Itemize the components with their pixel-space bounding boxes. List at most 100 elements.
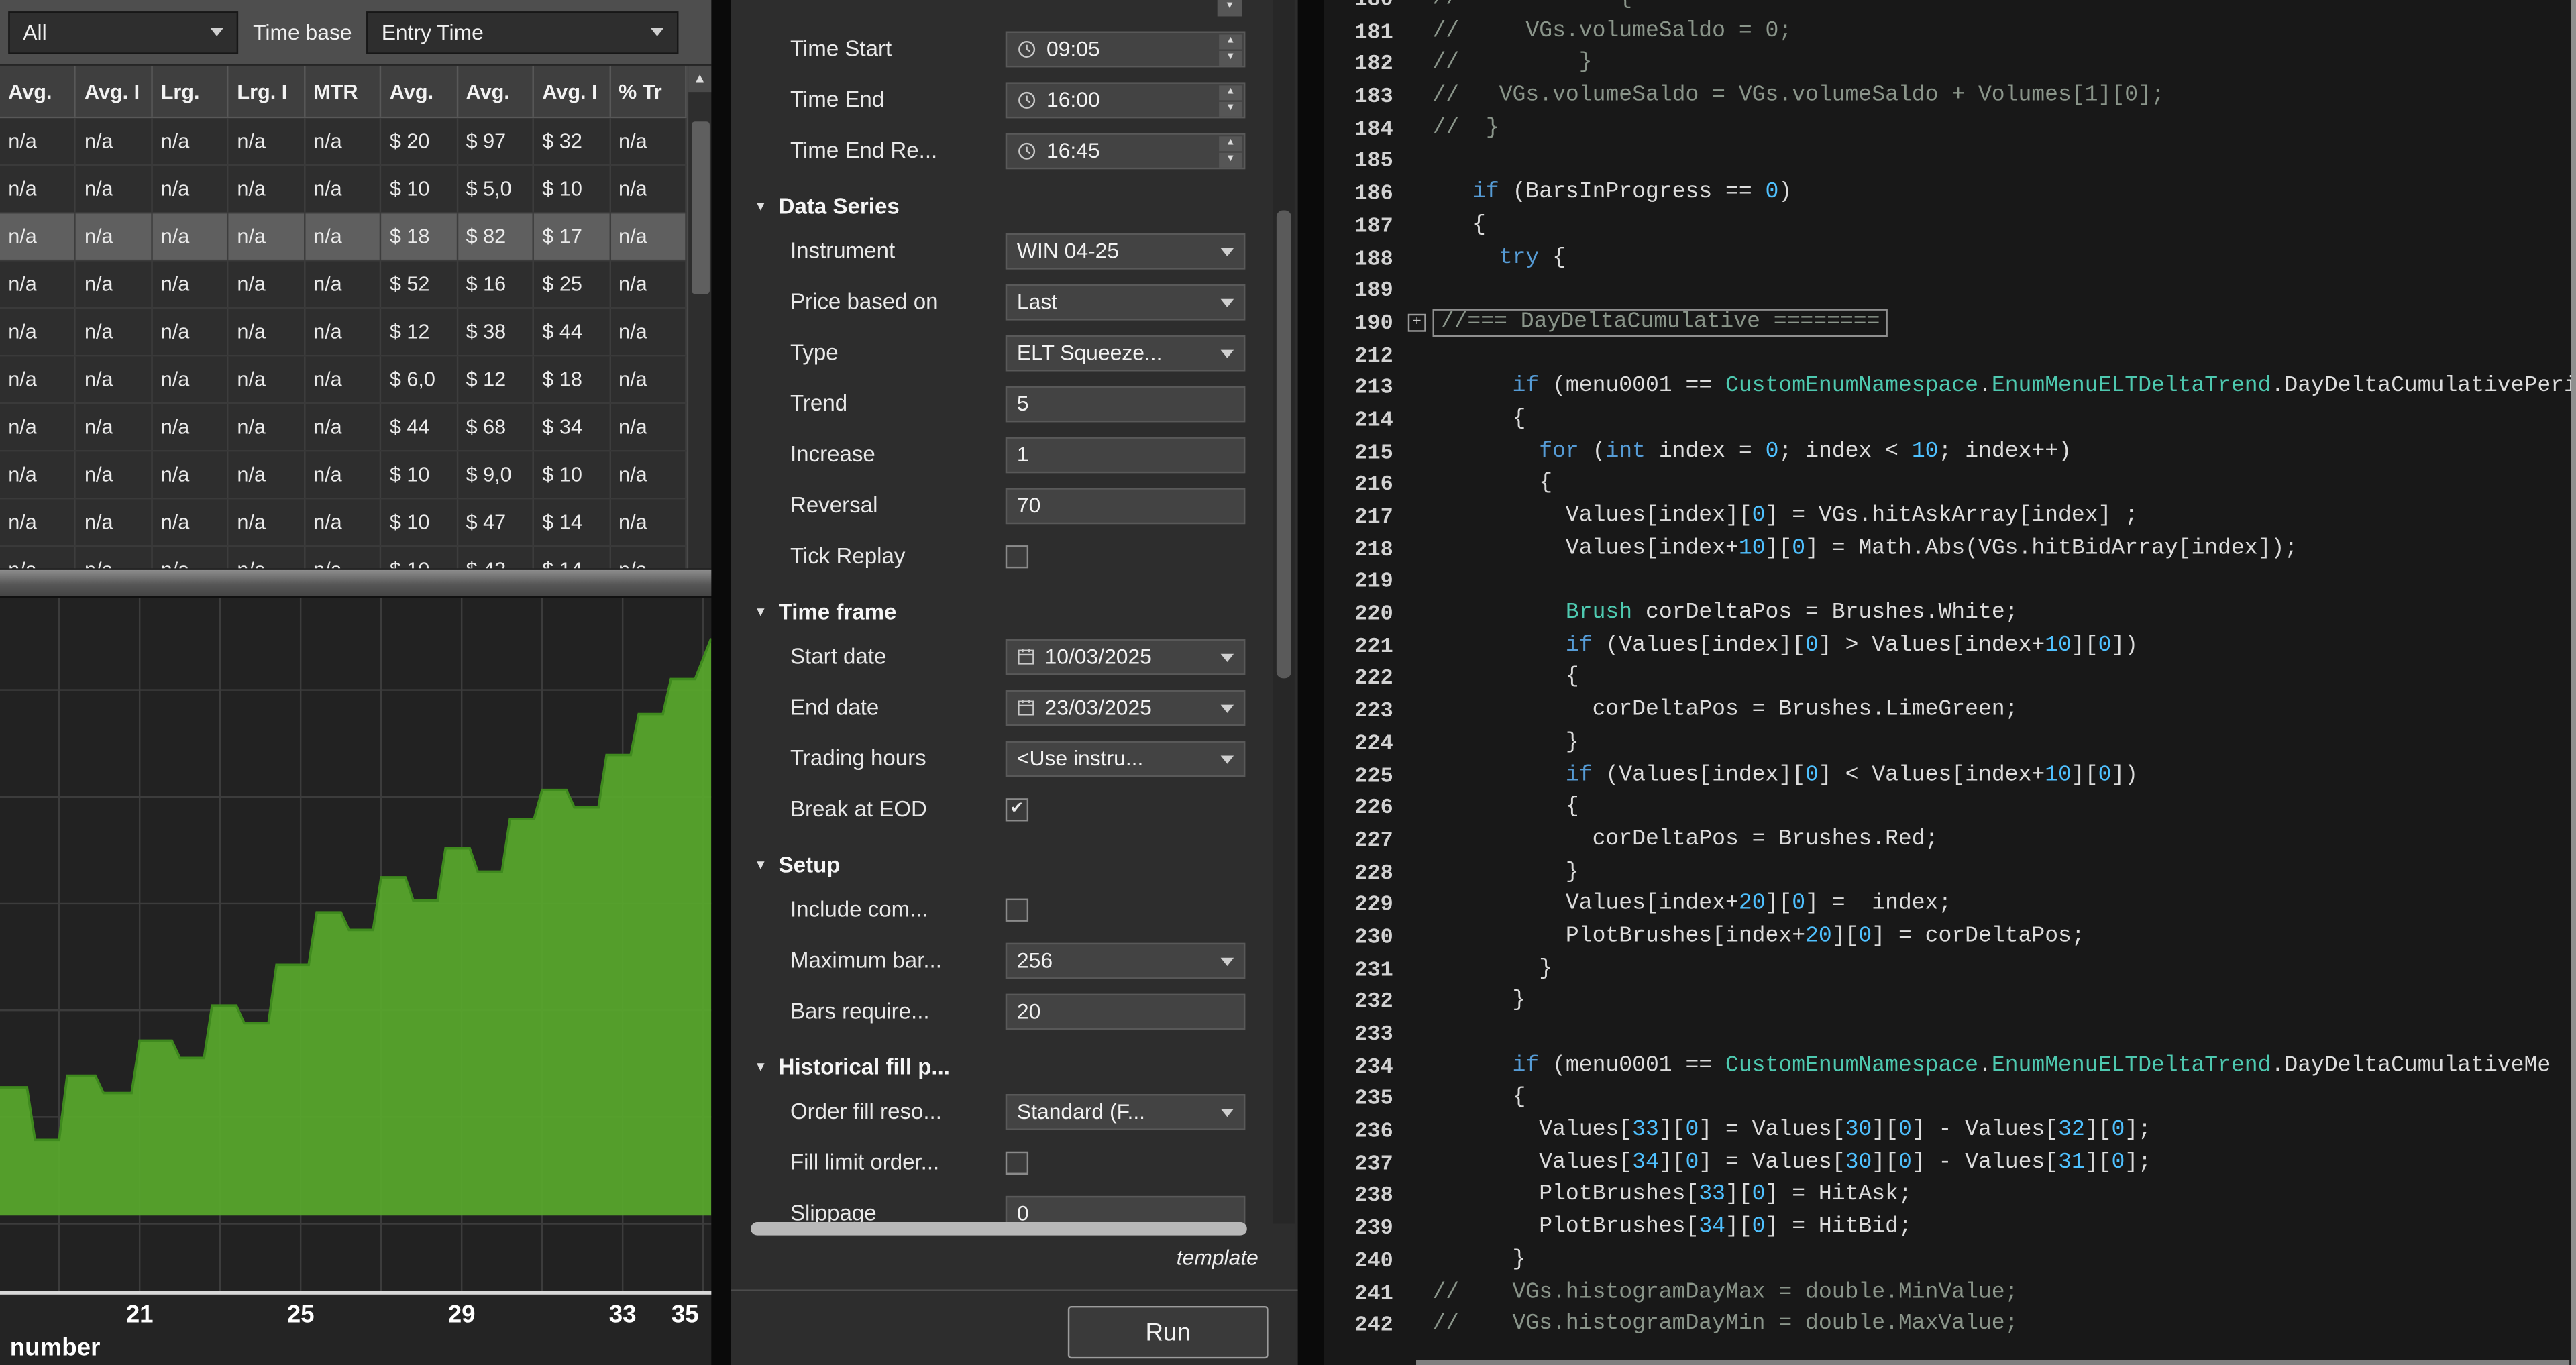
collapsed-region-box[interactable]: //=== DayDeltaCumulative ========: [1433, 309, 1888, 337]
column-header[interactable]: % Tr: [610, 66, 687, 117]
column-header[interactable]: Avg.: [458, 66, 534, 117]
chevron-down-icon: [210, 28, 223, 36]
code-text: }: [1433, 986, 2576, 1018]
table-cell: n/a: [229, 309, 305, 355]
spinner-down-icon[interactable]: ▼: [1219, 50, 1242, 65]
spinner[interactable]: ▲▼: [1219, 34, 1242, 63]
table-row[interactable]: n/an/an/an/an/a$ 20$ 97$ 32n/a: [0, 118, 687, 166]
spinner[interactable]: ▲▼: [1219, 85, 1242, 114]
field-start-date: Start date10/03/2025: [731, 631, 1269, 681]
table-cell: n/a: [76, 499, 153, 545]
section-historical-fill-p: ▼Historical fill p...: [731, 1046, 1269, 1086]
field-label: Trend: [790, 391, 1000, 416]
table-row[interactable]: n/an/an/an/an/a$ 6,0$ 12$ 18n/a: [0, 356, 687, 404]
scroll-up-icon[interactable]: ▲: [688, 66, 711, 92]
spinner-up-icon[interactable]: ▲: [1219, 135, 1242, 150]
template-link[interactable]: template: [1177, 1245, 1258, 1270]
spinner-down-icon[interactable]: ▼: [1219, 101, 1242, 116]
field-label: Maximum bar...: [790, 948, 1000, 973]
filter-dropdown[interactable]: All: [8, 11, 238, 54]
time-base-dropdown[interactable]: Entry Time: [367, 11, 679, 54]
table-row[interactable]: n/an/an/an/an/a$ 12$ 38$ 44n/a: [0, 309, 687, 356]
table-cell: n/a: [610, 261, 687, 307]
date-input[interactable]: 23/03/2025: [1006, 689, 1246, 725]
table-cell: n/a: [229, 404, 305, 450]
dropdown[interactable]: Standard (F...: [1006, 1093, 1246, 1130]
settings-hscrollbar-thumb[interactable]: [751, 1222, 1247, 1236]
spinner-up-icon[interactable]: ▲: [1219, 34, 1242, 48]
text-input[interactable]: 70: [1006, 487, 1246, 523]
column-header[interactable]: Lrg. I: [229, 66, 305, 117]
dropdown[interactable]: ELT Squeeze...: [1006, 334, 1246, 370]
ninjascript-editor[interactable]: 180// {181// VGs.volumeSaldo = 0;182// }…: [1324, 0, 2576, 1365]
table-scrollbar[interactable]: ▲: [687, 66, 712, 568]
field-label: Slippage: [790, 1201, 1000, 1223]
checkbox[interactable]: [1006, 897, 1028, 920]
text-input[interactable]: 20: [1006, 993, 1246, 1029]
dropdown[interactable]: <Use instru...: [1006, 740, 1246, 776]
table-row[interactable]: n/an/an/an/an/a$ 10$ 9,0$ 10n/a: [0, 451, 687, 499]
chevron-down-icon: [651, 28, 664, 36]
checkbox[interactable]: ✔: [1006, 798, 1028, 820]
clipped-spinner[interactable]: ▲ ▼: [1218, 0, 1242, 16]
field-label: Price based on: [790, 289, 1000, 314]
filter-dropdown-value: All: [23, 19, 46, 44]
time-input[interactable]: 16:45▲▼: [1006, 132, 1246, 168]
line-number: 180: [1324, 0, 1406, 16]
table-row[interactable]: n/an/an/an/an/a$ 52$ 16$ 25n/a: [0, 261, 687, 309]
code-line: 214 {: [1324, 404, 2576, 436]
spinner-down-icon[interactable]: ▼: [1218, 0, 1242, 16]
line-number: 216: [1324, 469, 1406, 501]
table-row[interactable]: n/an/an/an/an/a$ 10$ 5,0$ 10n/a: [0, 166, 687, 213]
clock-icon: [1017, 89, 1036, 109]
line-number: 217: [1324, 501, 1406, 533]
table-row[interactable]: n/an/an/an/an/a$ 10$ 47$ 14n/a: [0, 499, 687, 547]
field-label: Reversal: [790, 493, 1000, 518]
field-label: Start date: [790, 644, 1000, 669]
fold-column: [1406, 1213, 1432, 1245]
collapse-icon[interactable]: ▼: [754, 857, 767, 871]
column-header[interactable]: Avg. I: [76, 66, 153, 117]
checkbox[interactable]: [1006, 1151, 1028, 1174]
column-header[interactable]: MTR: [305, 66, 382, 117]
panel-splitter[interactable]: [0, 568, 711, 598]
spinner-down-icon[interactable]: ▼: [1219, 152, 1242, 167]
table-scrollbar-thumb[interactable]: [692, 121, 710, 294]
checkbox[interactable]: [1006, 545, 1028, 567]
table-cell: $ 32: [534, 118, 610, 164]
text-input[interactable]: 5: [1006, 385, 1246, 421]
text-input[interactable]: 0: [1006, 1195, 1246, 1224]
code-line: 227 corDeltaPos = Brushes.Red;: [1324, 824, 2576, 857]
column-header[interactable]: Lrg.: [152, 66, 229, 117]
spinner[interactable]: ▲▼: [1219, 135, 1242, 165]
time-input[interactable]: 09:05▲▼: [1006, 30, 1246, 66]
run-button[interactable]: Run: [1068, 1306, 1269, 1358]
dropdown[interactable]: Last: [1006, 283, 1246, 319]
code-text: {: [1433, 210, 2576, 242]
collapse-icon[interactable]: ▼: [754, 198, 767, 213]
spinner-up-icon[interactable]: ▲: [1219, 85, 1242, 99]
table-row[interactable]: n/an/an/an/an/a$ 18$ 82$ 17n/a: [0, 213, 687, 261]
dropdown[interactable]: 256: [1006, 942, 1246, 978]
editor-hscrollbar[interactable]: [1416, 1360, 2569, 1365]
collapse-icon[interactable]: ▼: [754, 604, 767, 618]
collapse-icon[interactable]: ▼: [754, 1058, 767, 1073]
text-input[interactable]: 1: [1006, 436, 1246, 472]
settings-scrollbar[interactable]: [1273, 0, 1295, 1223]
table-row[interactable]: n/an/an/an/an/a$ 44$ 68$ 34n/a: [0, 404, 687, 451]
table-cell: n/a: [0, 499, 76, 545]
field-label: Break at EOD: [790, 797, 1000, 822]
column-header[interactable]: Avg.: [0, 66, 76, 117]
table-row[interactable]: n/an/an/an/an/a$ 10$ 42$ 14n/a: [0, 547, 687, 569]
editor-scrollbar[interactable]: [2571, 0, 2576, 1365]
fold-expand-icon[interactable]: +: [1408, 313, 1426, 331]
date-input[interactable]: 10/03/2025: [1006, 638, 1246, 674]
dropdown[interactable]: WIN 04-25: [1006, 233, 1246, 269]
fold-column: [1406, 1148, 1432, 1180]
settings-scrollbar-thumb[interactable]: [1277, 210, 1291, 678]
table-cell: n/a: [0, 166, 76, 212]
time-input[interactable]: 16:00▲▼: [1006, 81, 1246, 117]
table-cell: $ 14: [534, 547, 610, 569]
column-header[interactable]: Avg. I: [534, 66, 610, 117]
column-header[interactable]: Avg.: [382, 66, 458, 117]
